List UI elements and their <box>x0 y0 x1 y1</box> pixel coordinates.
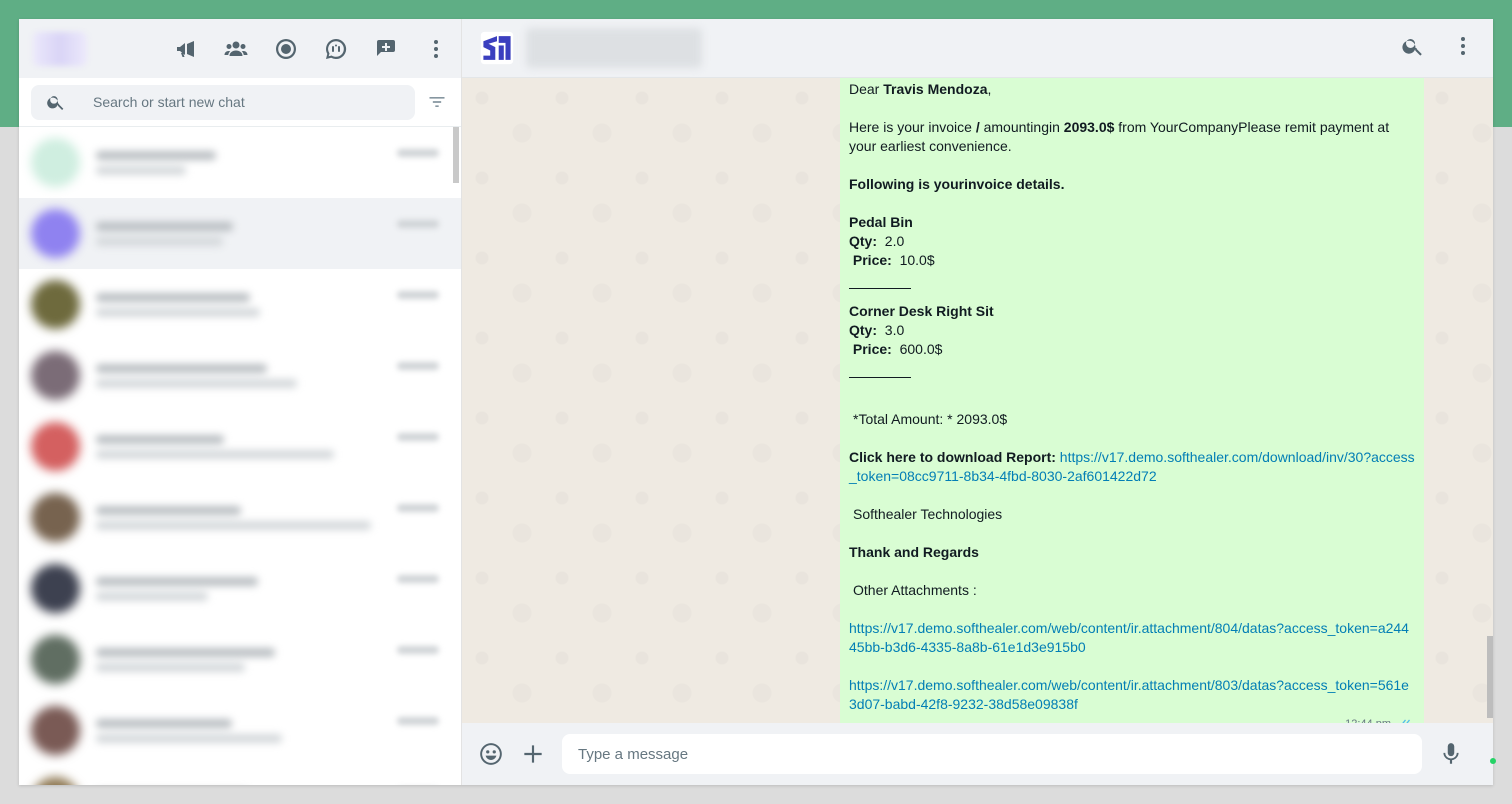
chat-list-item[interactable] <box>19 340 461 411</box>
item-price-label: Price: <box>852 252 892 268</box>
item-qty-label: Qty: <box>849 233 877 249</box>
communities-icon[interactable] <box>211 34 261 64</box>
search-row <box>19 78 461 127</box>
chat-time <box>397 149 439 157</box>
customer-name: Travis Mendoza <box>883 81 988 97</box>
avatar <box>31 209 80 258</box>
chat-list-item[interactable] <box>19 482 461 553</box>
conversation-header-icons <box>1401 34 1475 58</box>
double-check-icon <box>1402 719 1410 723</box>
new-chat-icon[interactable] <box>361 34 411 64</box>
greeting-suffix: , <box>987 81 992 97</box>
message-time: 12:44 pm <box>1345 715 1391 723</box>
avatar <box>31 422 80 471</box>
details-heading: Following is yourinvoice details. <box>849 176 1065 192</box>
chat-list-item[interactable] <box>19 198 461 269</box>
avatar <box>31 635 80 684</box>
attachment-link[interactable]: https://v17.demo.softhealer.com/web/cont… <box>849 677 1409 712</box>
whatsapp-window: Dear Travis Mendoza, Here is your invoic… <box>19 19 1496 785</box>
typing-indicator-dot <box>1490 758 1496 764</box>
item-name: Pedal Bin <box>849 214 913 230</box>
report-label: Click here to download Report: <box>849 449 1056 465</box>
contact-name[interactable] <box>526 28 702 68</box>
sidebar <box>19 19 462 785</box>
sidebar-header-icons <box>161 34 461 64</box>
chat-preview <box>96 784 461 786</box>
sidebar-header <box>19 19 461 78</box>
menu-kebab-icon[interactable] <box>1451 34 1475 58</box>
intro-text-2: amountingin <box>979 119 1064 135</box>
status-icon[interactable] <box>261 34 311 64</box>
conversation-scrollbar[interactable] <box>1487 636 1493 718</box>
megaphone-icon[interactable] <box>161 34 211 64</box>
chat-list <box>19 127 461 785</box>
profile-avatar[interactable] <box>33 31 87 66</box>
chat-list-item[interactable] <box>19 127 461 198</box>
chat-list-item[interactable] <box>19 411 461 482</box>
item-price: 600.0$ <box>891 341 943 357</box>
attachment-link[interactable]: https://v17.demo.softhealer.com/web/cont… <box>849 620 1409 655</box>
avatar <box>31 280 80 329</box>
intro-text-1: Here is your invoice <box>849 119 976 135</box>
avatar <box>31 493 80 542</box>
channels-icon[interactable] <box>311 34 361 64</box>
item-qty: 3.0 <box>877 322 905 338</box>
invoice-amount: 2093.0$ <box>1063 119 1115 135</box>
message-area[interactable]: Dear Travis Mendoza, Here is your invoic… <box>462 78 1493 723</box>
search-input[interactable] <box>91 93 395 111</box>
item-price-label: Price: <box>852 341 892 357</box>
regards-line: Thank and Regards <box>849 544 979 560</box>
chat-time <box>397 220 439 228</box>
item-name: Corner Desk Right Sit <box>849 303 994 319</box>
conversation-panel: Dear Travis Mendoza, Here is your invoic… <box>462 19 1496 785</box>
chat-time <box>397 717 439 725</box>
softhealer-logo-icon <box>480 31 514 65</box>
chat-time <box>397 291 439 299</box>
message-meta: 12:44 pm <box>1345 715 1410 723</box>
chat-list-item[interactable] <box>19 624 461 695</box>
contact-avatar[interactable] <box>478 29 516 67</box>
search-icon <box>47 96 64 110</box>
plus-icon[interactable] <box>520 741 546 767</box>
filter-icon[interactable] <box>425 90 449 114</box>
avatar <box>31 706 80 755</box>
chat-list-item[interactable] <box>19 553 461 624</box>
company-name: Softhealer Technologies <box>853 506 1003 522</box>
avatar <box>31 138 80 187</box>
emoji-icon[interactable] <box>478 741 504 767</box>
item-qty: 2.0 <box>877 233 905 249</box>
outgoing-message-bubble[interactable]: Dear Travis Mendoza, Here is your invoic… <box>840 78 1424 723</box>
greeting-prefix: Dear <box>849 81 884 97</box>
chat-list-item[interactable] <box>19 695 461 766</box>
chat-time <box>397 575 439 583</box>
item-qty-label: Qty: <box>849 322 877 338</box>
chat-list-scrollbar[interactable] <box>453 127 459 183</box>
chat-time <box>397 646 439 654</box>
microphone-icon[interactable] <box>1438 741 1464 767</box>
chat-list-item[interactable] <box>19 766 461 785</box>
total-amount: *Total Amount: * 2093.0$ <box>853 411 1008 427</box>
search-box[interactable] <box>31 84 416 120</box>
attachments-label: Other Attachments : <box>853 582 977 598</box>
intro-line: Here is your invoice / amountingin 2093.… <box>849 118 1415 156</box>
search-icon[interactable] <box>1401 34 1425 58</box>
avatar <box>31 564 80 613</box>
chat-time <box>397 362 439 370</box>
avatar <box>31 351 80 400</box>
chat-time <box>397 433 439 441</box>
message-input[interactable] <box>562 734 1422 774</box>
avatar <box>31 777 80 785</box>
conversation-header <box>462 19 1493 78</box>
chat-time <box>397 504 439 512</box>
greeting-line: Dear Travis Mendoza, <box>849 80 1415 99</box>
menu-kebab-icon[interactable] <box>411 34 461 64</box>
chat-list-item[interactable] <box>19 269 461 340</box>
item-price: 10.0$ <box>891 252 935 268</box>
compose-bar <box>462 723 1496 785</box>
